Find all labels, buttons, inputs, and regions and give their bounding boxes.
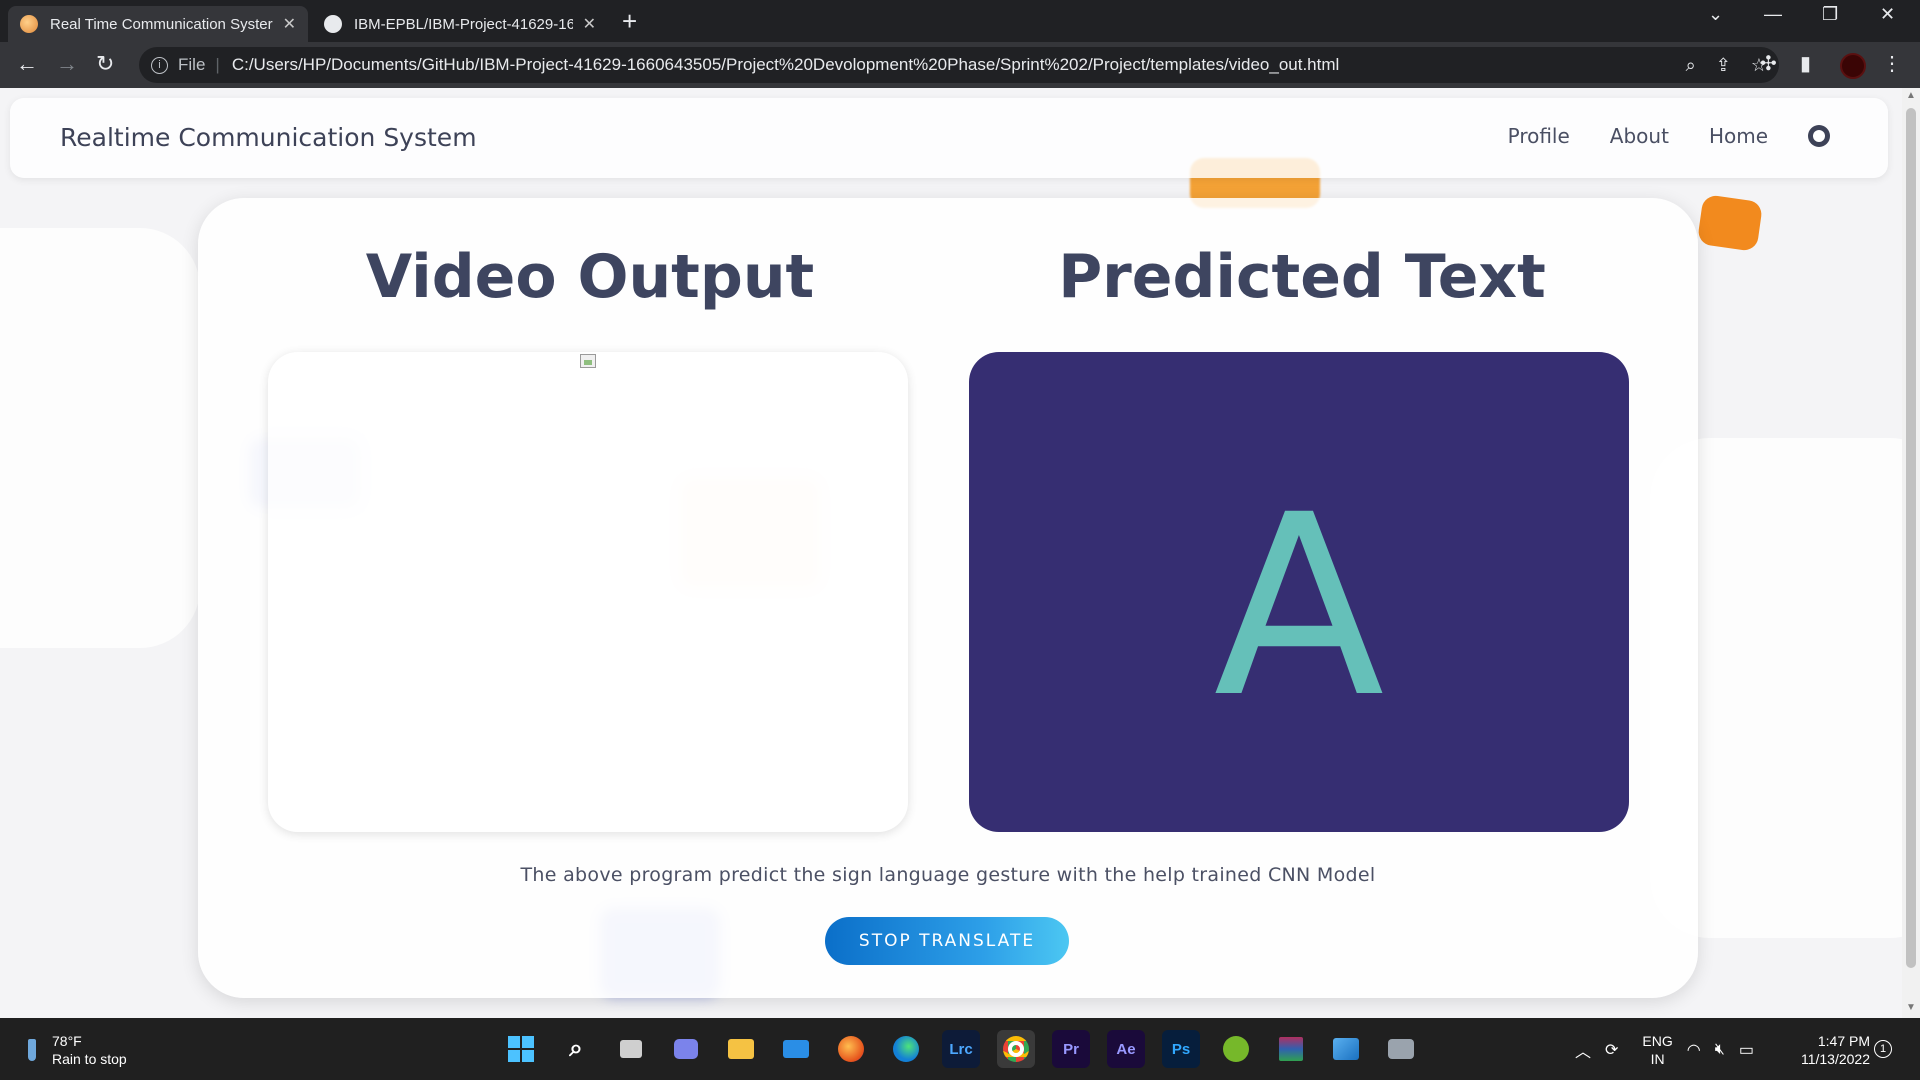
scroll-thumb[interactable] xyxy=(1906,108,1916,968)
restore-icon[interactable]: ❐ xyxy=(1822,4,1838,25)
github-icon[interactable] xyxy=(1808,125,1830,147)
lightroom-icon[interactable]: Lrc xyxy=(942,1030,980,1068)
address-bar[interactable]: i File | C:/Users/HP/Documents/GitHub/IB… xyxy=(139,47,1779,83)
language-indicator[interactable]: ENG IN xyxy=(1642,1032,1672,1068)
extensions-icon[interactable]: ✣ xyxy=(1760,51,1777,76)
battery-icon[interactable]: ▭ xyxy=(1739,1040,1754,1060)
predicted-text-panel: A xyxy=(969,352,1629,832)
region-code: IN xyxy=(1650,1051,1665,1067)
search-icon[interactable]: ⌕ xyxy=(557,1030,595,1068)
tab-title: Real Time Communication Syster xyxy=(50,15,273,33)
video-output-frame xyxy=(268,352,908,832)
minimize-icon[interactable]: — xyxy=(1764,4,1782,25)
browser-tab-bar: Real Time Communication Syster ✕ IBM-EPB… xyxy=(0,0,1920,42)
utorrent-icon[interactable] xyxy=(1217,1030,1255,1068)
page-viewport: Realtime Communication System Profile Ab… xyxy=(0,88,1902,1018)
background-shape xyxy=(0,228,200,648)
broken-image-icon xyxy=(580,354,596,368)
sync-icon[interactable]: ⟳ xyxy=(1605,1040,1618,1060)
notification-badge[interactable]: 1 xyxy=(1874,1040,1892,1058)
camera-icon[interactable] xyxy=(1382,1030,1420,1068)
windows-taskbar: 78°F Rain to stop ⌕ Lrc Pr Ae Ps ︿ ⟳ ENG… xyxy=(0,1018,1920,1080)
nav-links: Profile About Home xyxy=(1508,124,1830,148)
site-info-icon[interactable]: i xyxy=(151,56,168,74)
nav-link-home[interactable]: Home xyxy=(1709,124,1768,148)
firefox-icon[interactable] xyxy=(832,1030,870,1068)
tab-search-chevron-icon[interactable]: ⌄ xyxy=(1708,4,1723,25)
task-view-icon[interactable] xyxy=(612,1030,650,1068)
model-caption: The above program predict the sign langu… xyxy=(520,864,1376,886)
weather-temp: 78°F xyxy=(52,1033,82,1049)
video-output-heading: Video Output xyxy=(365,242,815,312)
page-scrollbar[interactable]: ▲ ▼ xyxy=(1902,88,1920,1018)
share-icon[interactable]: ⇪ xyxy=(1716,55,1731,76)
close-tab-icon[interactable]: ✕ xyxy=(283,14,296,34)
scheme-label: File xyxy=(178,55,206,74)
menu-kebab-icon[interactable]: ⋮ xyxy=(1882,51,1902,76)
tab-title: IBM-EPBL/IBM-Project-41629-16 xyxy=(354,15,573,33)
nav-link-profile[interactable]: Profile xyxy=(1508,124,1570,148)
brand-title[interactable]: Realtime Communication System xyxy=(60,123,477,152)
tab-real-time-communication[interactable]: Real Time Communication Syster ✕ xyxy=(8,6,308,42)
clock-date: 11/13/2022 xyxy=(1800,1051,1870,1067)
site-navbar: Realtime Communication System Profile Ab… xyxy=(10,98,1888,178)
reload-icon[interactable]: ↻ xyxy=(96,51,114,77)
chrome-icon[interactable] xyxy=(997,1030,1035,1068)
zoom-icon[interactable]: ⌕ xyxy=(1686,55,1696,76)
new-tab-button[interactable]: + xyxy=(622,6,637,36)
predicted-text-heading: Predicted Text xyxy=(1058,242,1546,312)
scroll-up-icon[interactable]: ▲ xyxy=(1906,90,1916,101)
after-effects-icon[interactable]: Ae xyxy=(1107,1030,1145,1068)
scroll-down-icon[interactable]: ▼ xyxy=(1906,1002,1916,1013)
winrar-icon[interactable] xyxy=(1272,1030,1310,1068)
volume-muted-icon[interactable]: 🔇︎ xyxy=(1715,1041,1725,1059)
clock-time: 1:47 PM xyxy=(1817,1033,1870,1049)
wifi-icon[interactable]: ◠ xyxy=(1687,1040,1701,1060)
weather-widget[interactable]: 78°F Rain to stop xyxy=(28,1032,127,1068)
browser-toolbar: ← → ↻ i File | C:/Users/HP/Documents/Git… xyxy=(0,42,1920,88)
close-tab-icon[interactable]: ✕ xyxy=(583,14,596,34)
photoshop-icon[interactable]: Ps xyxy=(1162,1030,1200,1068)
main-card: Video Output Predicted Text A The above … xyxy=(198,198,1698,998)
show-hidden-icons-chevron-icon[interactable]: ︿ xyxy=(1575,1038,1591,1062)
language-code: ENG xyxy=(1642,1033,1673,1049)
github-favicon-icon xyxy=(324,15,342,33)
edge-icon[interactable] xyxy=(887,1030,925,1068)
windows-start-icon[interactable] xyxy=(502,1030,540,1068)
system-tray: ︿ ⟳ ENG IN ◠ 🔇︎ ▭ xyxy=(1575,1032,1754,1068)
stop-translate-button[interactable]: STOP TRANSLATE xyxy=(825,917,1069,965)
side-panel-icon[interactable]: ▮ xyxy=(1800,51,1811,76)
profile-avatar[interactable] xyxy=(1840,53,1866,79)
nav-link-about[interactable]: About xyxy=(1610,124,1669,148)
teams-icon[interactable] xyxy=(667,1030,705,1068)
address-separator: | xyxy=(215,55,220,74)
rain-icon xyxy=(28,1039,36,1061)
taskbar-clock[interactable]: 1:47 PM 11/13/2022 xyxy=(1790,1032,1870,1068)
chat-bubble-icon xyxy=(1696,194,1764,252)
photos-icon[interactable] xyxy=(1327,1030,1365,1068)
forward-arrow-icon[interactable]: → xyxy=(56,51,78,77)
premiere-pro-icon[interactable]: Pr xyxy=(1052,1030,1090,1068)
file-explorer-icon[interactable] xyxy=(722,1030,760,1068)
back-arrow-icon[interactable]: ← xyxy=(16,51,38,77)
mail-icon[interactable] xyxy=(777,1030,815,1068)
url-text[interactable]: C:/Users/HP/Documents/GitHub/IBM-Project… xyxy=(232,55,1339,75)
taskbar-apps: ⌕ Lrc Pr Ae Ps xyxy=(502,1030,1420,1068)
weather-desc: Rain to stop xyxy=(52,1051,127,1067)
tab-github-repo[interactable]: IBM-EPBL/IBM-Project-41629-16 ✕ xyxy=(312,6,608,42)
predicted-letter: A xyxy=(1213,461,1385,752)
site-favicon-icon xyxy=(20,15,38,33)
close-window-icon[interactable]: ✕ xyxy=(1880,4,1895,25)
